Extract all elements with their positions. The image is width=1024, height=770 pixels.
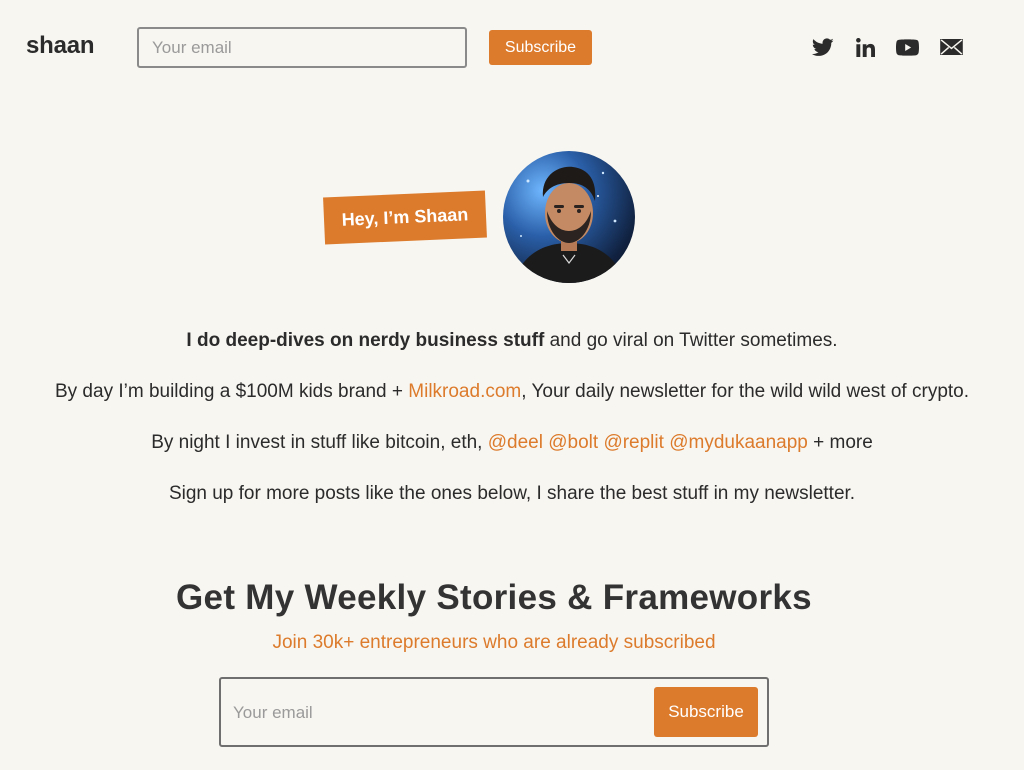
bio-line-2-pre: By day I’m building a $100M kids brand +	[54, 381, 409, 402]
header-email-input[interactable]	[137, 27, 467, 68]
replit-link[interactable]: @replit	[603, 432, 663, 453]
avatar-illustration	[513, 166, 625, 283]
bolt-link[interactable]: @bolt	[548, 432, 598, 453]
mail-icon[interactable]	[939, 36, 963, 58]
avatar	[503, 151, 635, 283]
deel-link[interactable]: @deel	[488, 432, 543, 453]
signup-subscribe-button[interactable]: Subscribe	[654, 687, 758, 737]
bio-line-2: By day I’m building a $100M kids brand +…	[0, 381, 1024, 403]
twitter-icon[interactable]	[811, 36, 835, 58]
bio-line-4: Sign up for more posts like the ones bel…	[168, 483, 856, 504]
header: shaan Subscribe	[0, 0, 1024, 96]
bio-line-3: By night I invest in stuff like bitcoin,…	[0, 432, 1024, 454]
signup-form: Subscribe	[219, 677, 769, 747]
linkedin-icon[interactable]	[853, 36, 877, 58]
bio-line-2-post: , Your daily newsletter for the wild wil…	[521, 381, 970, 402]
bio-line-1-rest: and go viral on Twitter sometimes.	[544, 330, 838, 351]
bio-line-3-pre: By night I invest in stuff like bitcoin,…	[151, 432, 488, 453]
signup-title: Get My Weekly Stories & Frameworks	[176, 578, 812, 617]
mydukaanapp-link[interactable]: @mydukaanapp	[669, 432, 808, 453]
header-subscribe-button[interactable]: Subscribe	[489, 30, 592, 65]
milkroad-link[interactable]: Milkroad.com	[408, 381, 521, 402]
bio-line-1-bold: I do deep-dives on nerdy business stuff	[186, 330, 545, 351]
greeting-badge: Hey, I’m Shaan	[323, 190, 487, 245]
signup-email-input[interactable]	[233, 691, 653, 735]
youtube-icon[interactable]	[895, 36, 919, 58]
site-logo[interactable]: shaan	[26, 32, 95, 60]
bio-line-3-post: + more	[807, 432, 873, 453]
signup-subtitle: Join 30k+ entrepreneurs who are already …	[272, 632, 716, 653]
bio-line-1: I do deep-dives on nerdy business stuff …	[0, 330, 1024, 352]
